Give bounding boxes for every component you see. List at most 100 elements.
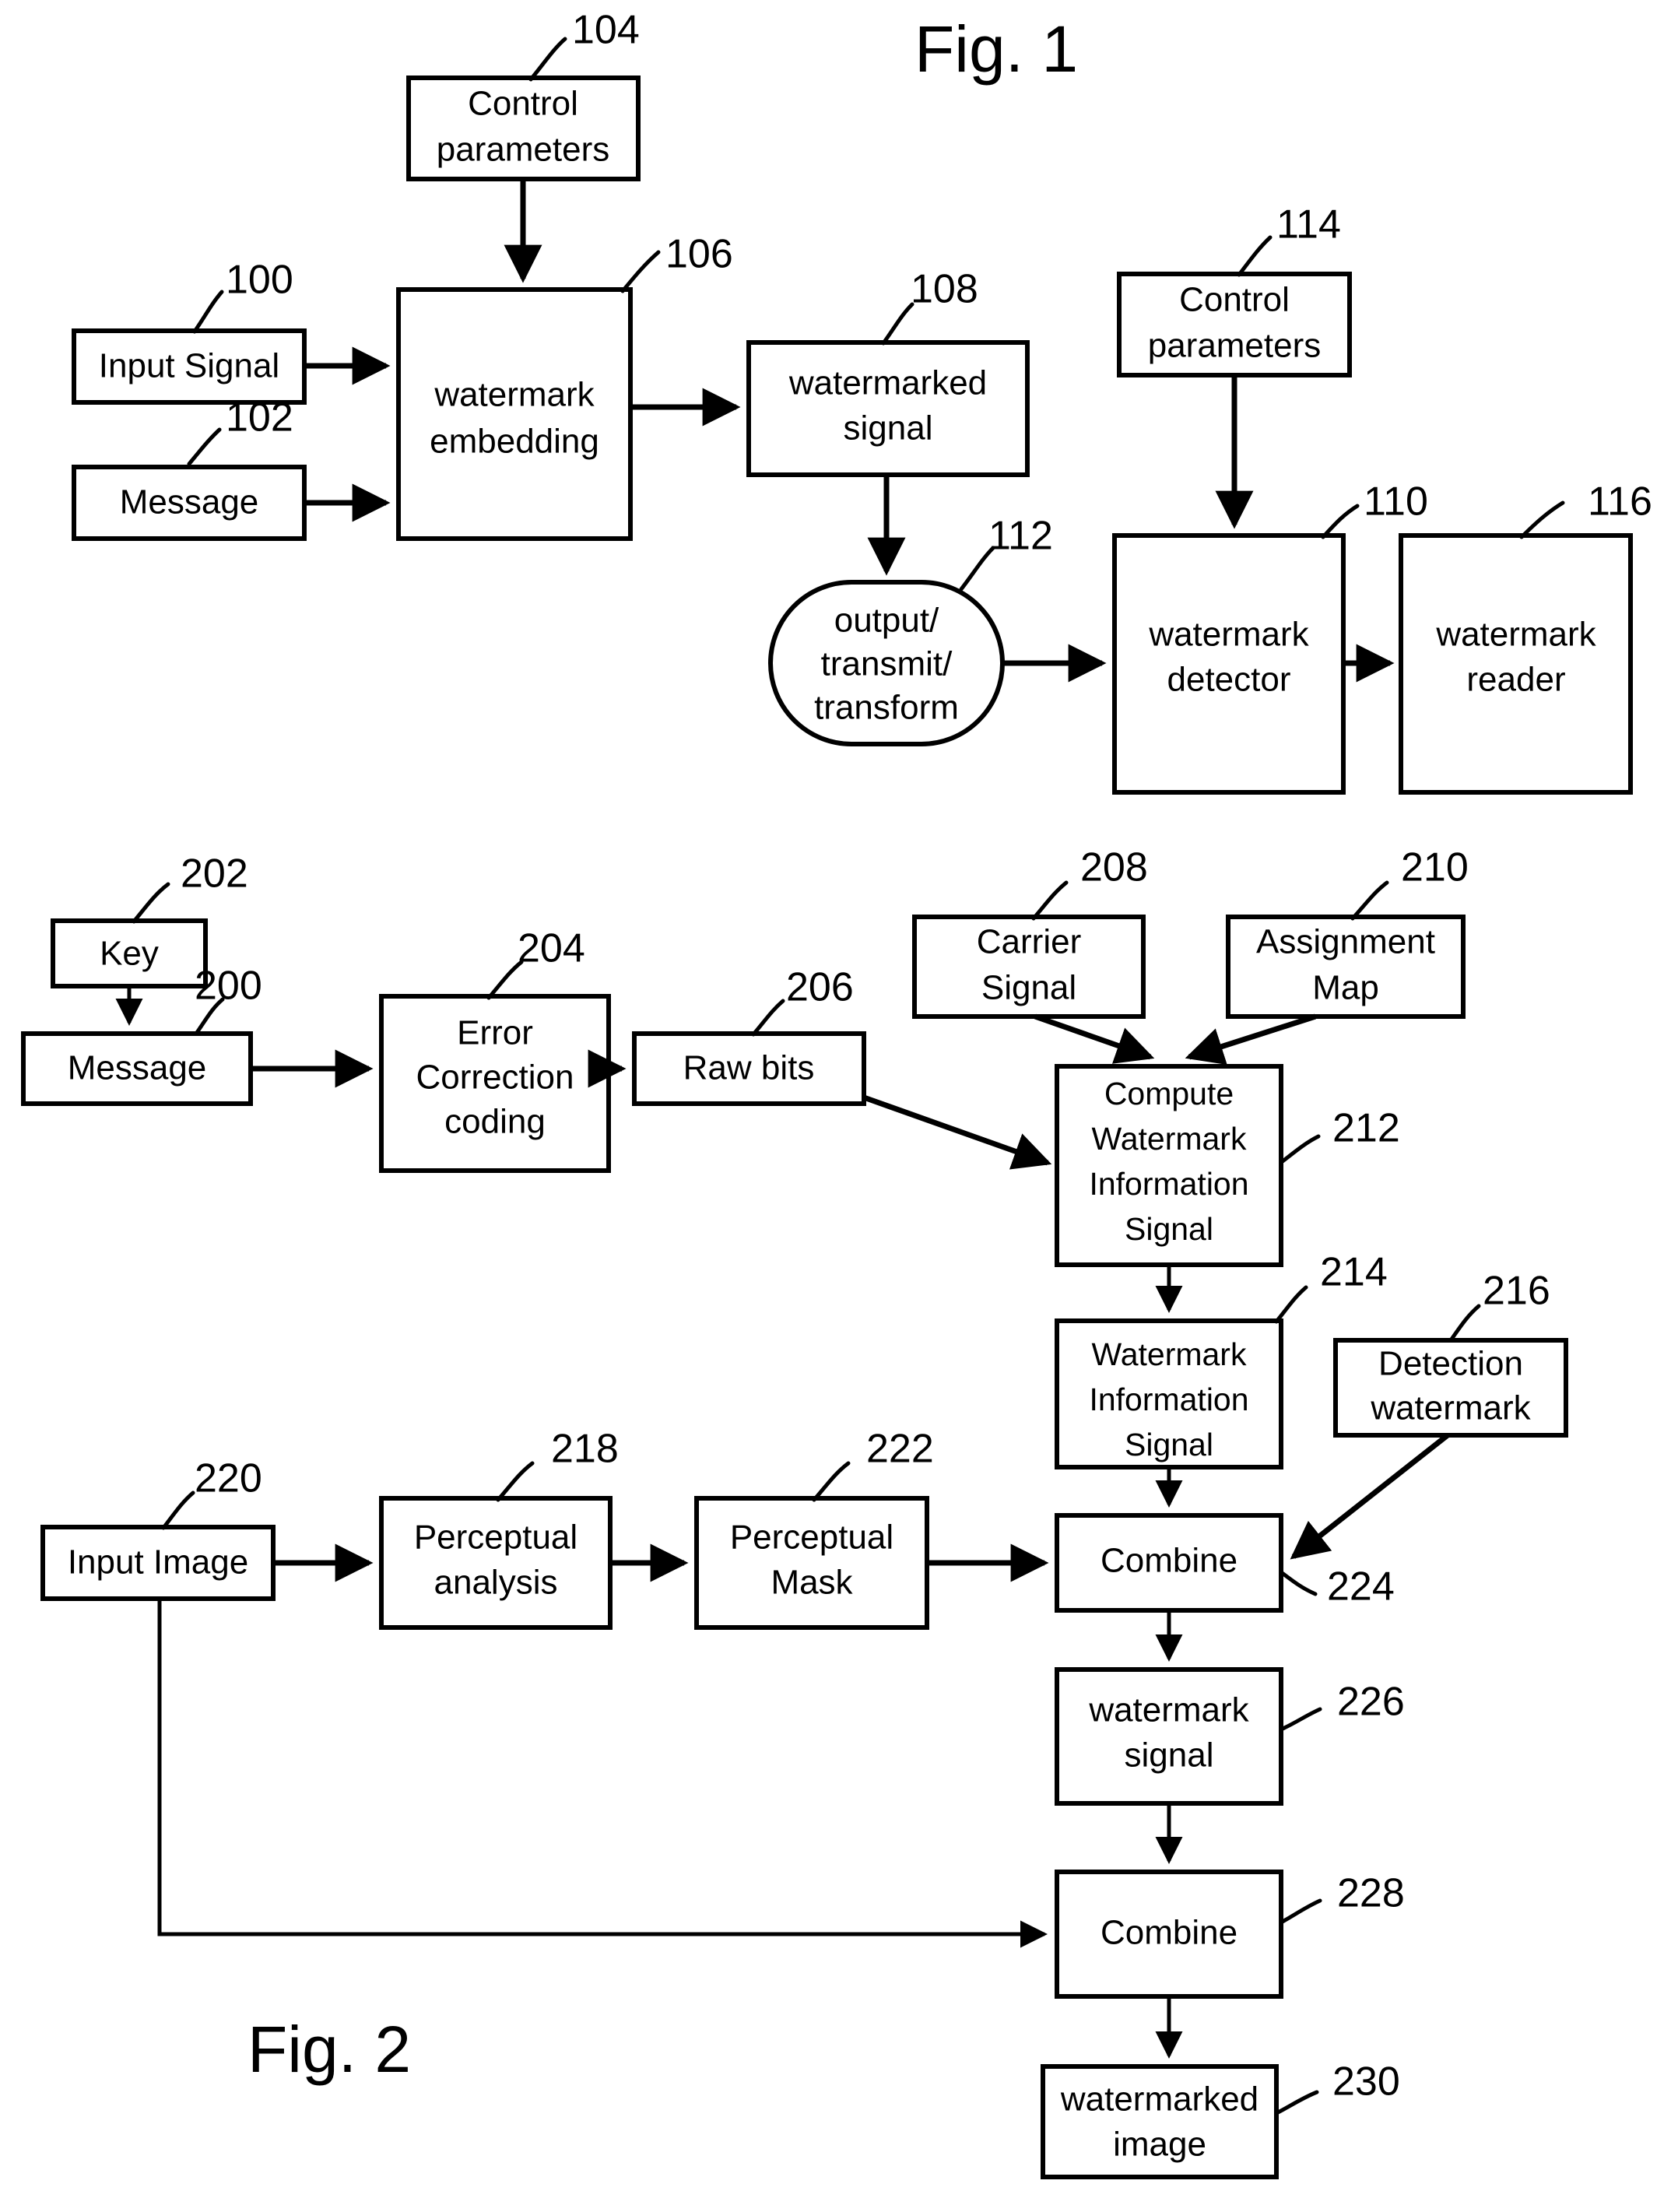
patent-figure-page: Fig. 1 Control parameters 104 Input Sign… [0,0,1678,2212]
refnum-104: 104 [572,8,640,53]
refnum-200: 200 [195,964,262,1009]
box-label-line: detector [1167,661,1291,699]
leader-214 [1274,1285,1308,1324]
leader-210 [1350,880,1389,921]
box-label-line: watermark [1088,1691,1249,1729]
node-watermark-detector-110: watermark detector 110 [1112,479,1428,795]
refnum-110: 110 [1364,479,1428,525]
refnum-220: 220 [195,1456,262,1501]
box-label-line: Assignment [1256,923,1435,961]
leader-208 [1031,880,1069,921]
box-label-line: analysis [434,1564,558,1602]
leader-222 [812,1461,851,1502]
refnum-114: 114 [1276,202,1341,248]
node-watermarked-signal-108: watermarked signal 108 [746,267,1030,477]
box-label-line: transmit/ [821,645,953,683]
leader-104 [528,37,567,82]
box-label-line: parameters [1148,327,1322,365]
refnum-208: 208 [1080,845,1148,890]
leader-212 [1280,1134,1321,1164]
node-input-signal-100: Input Signal 100 [72,258,307,405]
box-label-line: Control [1179,281,1290,319]
node-raw-bits-206: Raw bits 206 [632,965,866,1106]
refnum-224: 224 [1327,1564,1395,1610]
refnum-218: 218 [551,1427,619,1472]
box-label-line: transform [814,689,959,727]
box-label-line: Watermark [1092,1336,1247,1372]
leader-106 [620,250,661,293]
node-perceptual-analysis-218: Perceptual analysis 218 [379,1427,619,1630]
box-label-line: Key [100,935,159,973]
arrow-carriersignal208-to-compute212 [1034,1013,1155,1064]
box-label-line: Combine [1101,1914,1237,1952]
box-label-line: Information [1089,1166,1248,1202]
box-label-line: Watermark [1092,1121,1247,1157]
node-perceptual-mask-222: Perceptual Mask 222 [694,1427,934,1630]
refnum-216: 216 [1483,1269,1550,1314]
box-label-line: Message [120,483,259,521]
box-label-line: Message [68,1049,207,1087]
box-label-line: Input Signal [99,347,279,385]
refnum-116: 116 [1588,479,1652,525]
node-watermark-embedding-106: watermark embedding 106 [396,232,733,541]
node-control-parameters-114: Control parameters 114 [1117,202,1352,377]
box-label-line: watermark [1370,1389,1531,1427]
box-label-line: Map [1312,969,1379,1007]
box-label-line: Combine [1101,1542,1237,1580]
refnum-230: 230 [1332,2059,1400,2105]
leader-102 [187,427,222,466]
box-label-line: Signal [981,969,1076,1007]
node-watermark-reader-116: watermark reader 116 [1399,479,1652,795]
leader-100 [192,290,224,334]
box-watermark-embedding-106 [396,287,633,541]
node-assignment-map-210: Assignment Map 210 [1226,845,1469,1019]
fig1-label: Fig. 1 [914,12,1078,86]
box-label-line: image [1113,2126,1206,2164]
leader-220 [161,1490,195,1530]
box-label-line: signal [1125,1736,1214,1775]
arrow-inputimage220-to-combine228 [157,1599,1048,1948]
box-label-line: Error [457,1014,533,1052]
refnum-228: 228 [1337,1871,1405,1916]
node-watermark-signal-226: watermark signal 226 [1055,1667,1405,1806]
leader-206 [751,999,785,1037]
patent-diagram-svg: Fig. 1 Control parameters 104 Input Sign… [21,8,1652,2179]
leader-114 [1237,235,1273,277]
box-label-line: Detection [1378,1345,1523,1383]
box-label-line: Input Image [68,1543,248,1582]
node-combine-224: Combine 224 [1055,1513,1395,1613]
box-label-line: coding [444,1103,546,1141]
figure-2: Fig. 2 Key 202 Message 200 Error Correct… [21,845,1568,2179]
leader-226 [1279,1707,1322,1732]
node-combine-228: Combine 228 [1055,1870,1405,1999]
refnum-214: 214 [1320,1250,1388,1295]
arrow-detectionwatermark216-to-combine224 [1290,1433,1450,1560]
box-label-line: watermark [434,376,595,414]
leader-202 [132,882,170,924]
box-label-line: reader [1466,661,1565,699]
box-label-line: Carrier [977,923,1081,961]
refnum-210: 210 [1401,845,1469,890]
arrow-rawbits206-to-compute212 [862,1094,1052,1170]
box-label-line: Perceptual [414,1519,577,1557]
box-label-line: watermark [1148,616,1309,654]
box-label-line: Mask [771,1564,853,1602]
box-label-line: watermarked [788,364,987,402]
refnum-206: 206 [786,965,854,1010]
box-label-line: signal [844,409,933,448]
refnum-102: 102 [226,395,293,441]
fig2-label: Fig. 2 [247,2013,411,2086]
refnum-100: 100 [226,258,293,303]
refnum-226: 226 [1337,1680,1405,1725]
box-label-line: embedding [430,423,599,461]
box-label-line: Signal [1125,1427,1213,1462]
box-label-line: Information [1089,1382,1248,1417]
arrow-assignmentmap210-to-compute212 [1185,1013,1317,1066]
node-message-102: Message 102 [72,395,307,541]
box-label-line: Raw bits [683,1049,815,1087]
node-input-image-220: Input Image 220 [40,1456,276,1601]
refnum-106: 106 [665,232,733,277]
refnum-212: 212 [1332,1106,1400,1151]
box-label-line: Perceptual [730,1519,893,1557]
box-label-line: watermark [1435,616,1596,654]
